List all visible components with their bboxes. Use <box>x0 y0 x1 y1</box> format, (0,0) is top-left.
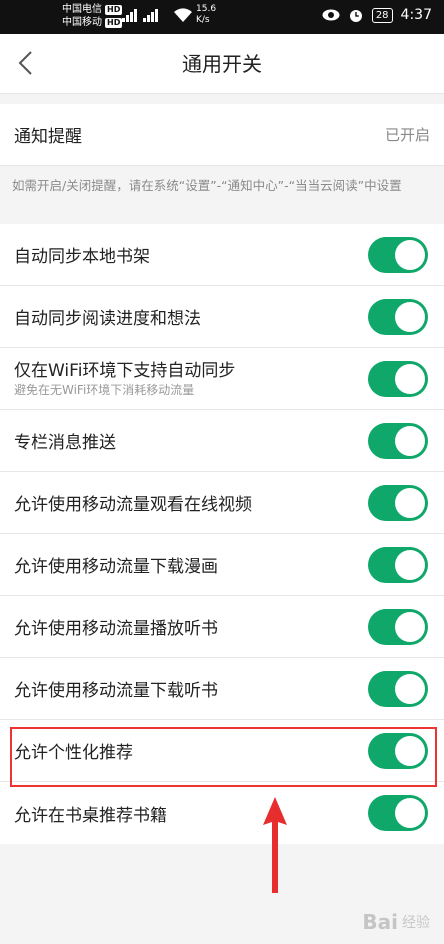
setting-label: 允许使用移动流量下载漫画 <box>14 557 218 577</box>
toggle-switch[interactable] <box>368 608 428 645</box>
toggle-knob <box>395 549 425 580</box>
toggle-knob <box>395 798 425 828</box>
hd-badge: HD <box>105 17 123 28</box>
notify-row[interactable]: 通知提醒 已开启 <box>0 104 444 166</box>
setting-row: 允许使用移动流量下载听书 <box>0 658 444 720</box>
toggle-switch[interactable] <box>368 298 428 335</box>
network-speed: 15.6 K/s <box>196 4 217 25</box>
notify-status: 已开启 <box>384 126 430 144</box>
setting-label: 自动同步本地书架 <box>14 247 150 267</box>
alarm-icon <box>349 10 362 22</box>
setting-label: 仅在WiFi环境下支持自动同步 <box>14 361 236 381</box>
toggle-knob <box>395 673 425 704</box>
toggle-switch[interactable] <box>368 670 428 707</box>
notify-note: 如需开启/关闭提醒，请在系统“设置”-“通知中心”-“当当云阅读”中设置 <box>0 166 444 224</box>
carrier-2: 中国移动 <box>62 17 102 28</box>
carrier-info: 中国电信 HD 中国移动 HD <box>62 3 123 29</box>
toggle-switch[interactable] <box>368 484 428 521</box>
wifi-icon <box>174 8 192 22</box>
notify-label: 通知提醒 <box>14 127 82 147</box>
toggle-switch[interactable] <box>368 236 428 273</box>
setting-row: 专栏消息推送 <box>0 410 444 472</box>
setting-label: 允许在书桌推荐书籍 <box>14 805 167 826</box>
setting-row: 自动同步本地书架 <box>0 224 444 286</box>
setting-label: 自动同步阅读进度和想法 <box>14 309 201 329</box>
nav-bar: 通用开关 <box>0 34 444 94</box>
toggle-knob <box>395 611 425 642</box>
setting-label: 允许使用移动流量播放听书 <box>14 619 218 639</box>
toggle-knob <box>395 239 425 270</box>
toggle-knob <box>395 425 425 456</box>
setting-label: 允许使用移动流量下载听书 <box>14 681 218 701</box>
highlight-box <box>10 727 437 787</box>
toggle-switch[interactable] <box>368 422 428 459</box>
toggle-switch[interactable] <box>368 546 428 583</box>
setting-row: 允许使用移动流量观看在线视频 <box>0 472 444 534</box>
setting-sublabel: 避免在无WiFi环境下消耗移动流量 <box>14 383 195 397</box>
setting-row: 允许使用移动流量下载漫画 <box>0 534 444 596</box>
battery-icon: 28 <box>371 7 393 23</box>
status-bar: 中国电信 HD 中国移动 HD 15.6 K/s 28 4:37 <box>0 0 444 34</box>
hd-badge: HD <box>105 4 123 15</box>
eye-icon <box>322 9 340 21</box>
setting-row: 自动同步阅读进度和想法 <box>0 286 444 348</box>
page-title: 通用开关 <box>182 52 262 76</box>
setting-label: 允许使用移动流量观看在线视频 <box>14 495 252 515</box>
setting-row: 允许使用移动流量播放听书 <box>0 596 444 658</box>
toggle-knob <box>395 363 425 394</box>
toggle-switch[interactable] <box>368 360 428 397</box>
clock: 4:37 <box>400 7 432 23</box>
setting-row: 允许在书桌推荐书籍 <box>0 782 444 844</box>
red-arrow-icon <box>263 797 287 893</box>
toggle-knob <box>395 487 425 518</box>
watermark-logo: Bai 经验 <box>362 910 430 934</box>
setting-row: 仅在WiFi环境下支持自动同步 避免在无WiFi环境下消耗移动流量 <box>0 348 444 410</box>
carrier-1: 中国电信 <box>62 4 102 15</box>
toggle-switch[interactable] <box>368 795 428 831</box>
toggle-knob <box>395 301 425 332</box>
setting-label: 专栏消息推送 <box>14 433 116 453</box>
signal-icon <box>122 8 158 22</box>
